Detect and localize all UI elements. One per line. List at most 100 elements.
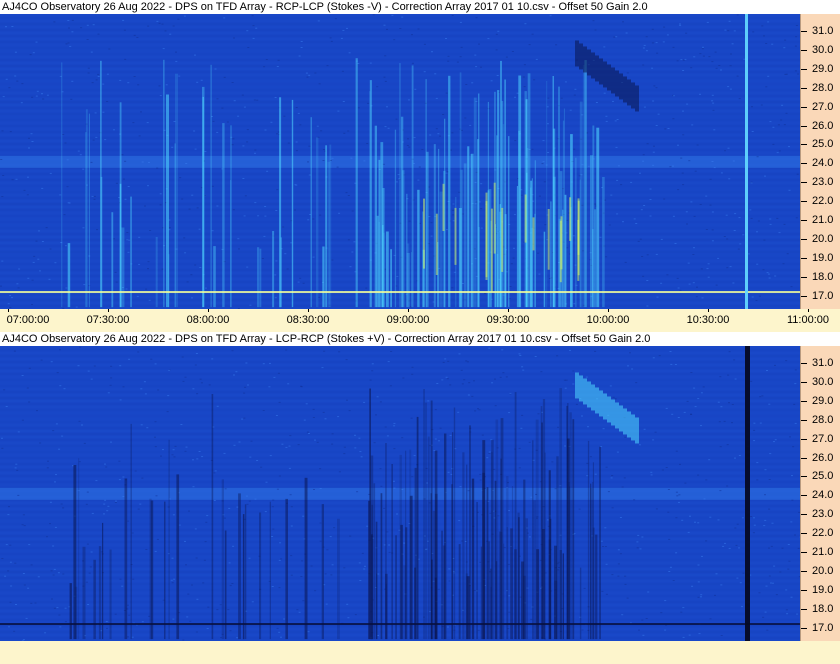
arc-burst <box>603 393 607 420</box>
noise-speckle <box>94 112 97 114</box>
noise-speckle <box>86 39 89 40</box>
noise-speckle <box>9 601 12 603</box>
noise-speckle <box>235 371 238 373</box>
noise-speckle <box>785 360 788 362</box>
noise-speckle <box>141 621 144 623</box>
noise-speckle <box>52 430 55 432</box>
noise-speckle <box>237 238 240 240</box>
noise-speckle <box>452 214 455 216</box>
noise-speckle <box>243 417 246 419</box>
noise-speckle <box>228 507 231 509</box>
noise-speckle <box>611 475 614 476</box>
noise-speckle <box>386 28 388 30</box>
noise-speckle <box>162 48 165 50</box>
noise-speckle <box>251 601 254 603</box>
noise-speckle <box>347 130 350 132</box>
frequency-band <box>0 352 800 354</box>
time-tick <box>108 309 109 312</box>
noise-speckle <box>796 613 799 615</box>
noise-speckle <box>622 221 624 223</box>
noise-speckle <box>560 97 563 99</box>
burst-streak <box>544 452 546 640</box>
noise-speckle <box>316 125 319 127</box>
noise-speckle <box>677 417 680 418</box>
noise-speckle <box>27 277 30 279</box>
noise-speckle <box>122 496 125 497</box>
noise-speckle <box>107 505 110 507</box>
frequency-tick-label: 26.0 <box>812 451 834 464</box>
noise-speckle <box>383 76 386 78</box>
noise-speckle <box>672 95 675 97</box>
noise-speckle <box>97 76 100 77</box>
noise-speckle <box>118 479 121 481</box>
noise-speckle <box>678 501 680 503</box>
noise-speckle <box>97 73 100 75</box>
noise-speckle <box>216 131 219 133</box>
noise-speckle <box>28 401 31 403</box>
noise-speckle <box>64 621 67 623</box>
noise-speckle <box>678 494 681 496</box>
noise-speckle <box>679 24 682 26</box>
noise-speckle <box>783 223 786 225</box>
noise-speckle <box>608 224 611 226</box>
noise-speckle <box>305 72 308 74</box>
arc-burst <box>607 64 611 91</box>
bottom-panel-title: AJ4CO Observatory 26 Aug 2022 - DPS on T… <box>0 332 840 346</box>
noise-speckle <box>452 203 455 205</box>
noise-speckle <box>569 109 572 111</box>
top-time-axis: 07:00:00 07:30:00 08:00:00 08:30:00 09:00:00… <box>0 309 840 332</box>
noise-speckle <box>731 404 734 405</box>
noise-speckle <box>447 60 450 62</box>
noise-speckle <box>510 263 513 265</box>
burst-streak <box>100 60 102 308</box>
noise-speckle <box>136 37 139 38</box>
noise-speckle <box>411 476 414 478</box>
noise-speckle <box>124 58 127 60</box>
noise-speckle <box>719 490 722 492</box>
noise-speckle <box>717 519 720 521</box>
frequency-tick <box>801 476 807 478</box>
emission-core <box>524 194 527 243</box>
noise-speckle <box>264 511 267 513</box>
noise-speckle <box>371 363 374 365</box>
noise-speckle <box>349 266 352 268</box>
noise-speckle <box>216 205 219 207</box>
noise-speckle <box>241 418 244 420</box>
noise-speckle <box>319 468 322 470</box>
noise-speckle <box>452 209 455 211</box>
noise-speckle <box>16 283 19 285</box>
noise-speckle <box>40 359 43 361</box>
frequency-band <box>0 433 800 435</box>
noise-speckle <box>343 453 346 455</box>
noise-speckle <box>427 400 430 402</box>
frequency-tick-label: 19.0 <box>812 251 834 264</box>
noise-speckle <box>256 99 259 101</box>
noise-speckle <box>643 44 646 46</box>
noise-speckle <box>702 386 705 388</box>
noise-speckle <box>475 17 478 19</box>
frequency-band <box>0 50 800 52</box>
noise-speckle <box>265 481 268 483</box>
noise-speckle <box>691 124 694 126</box>
noise-speckle <box>479 479 482 481</box>
noise-speckle <box>487 38 490 40</box>
noise-speckle <box>124 160 127 162</box>
frequency-tick <box>801 257 807 259</box>
noise-speckle <box>522 76 525 78</box>
burst-streak <box>93 559 96 640</box>
noise-speckle <box>646 280 649 281</box>
burst-streak <box>385 231 389 308</box>
noise-speckle <box>669 166 672 168</box>
noise-speckle <box>511 51 514 52</box>
noise-speckle <box>410 417 413 419</box>
noise-speckle <box>611 574 614 576</box>
burst-streak <box>322 246 325 308</box>
noise-speckle <box>87 67 90 69</box>
noise-speckle <box>77 365 80 367</box>
arc-burst <box>615 402 619 429</box>
noise-speckle <box>741 517 744 519</box>
noise-speckle <box>788 146 790 148</box>
noise-speckle <box>616 451 619 453</box>
noise-speckle <box>23 189 26 191</box>
burst-streak <box>434 493 438 640</box>
